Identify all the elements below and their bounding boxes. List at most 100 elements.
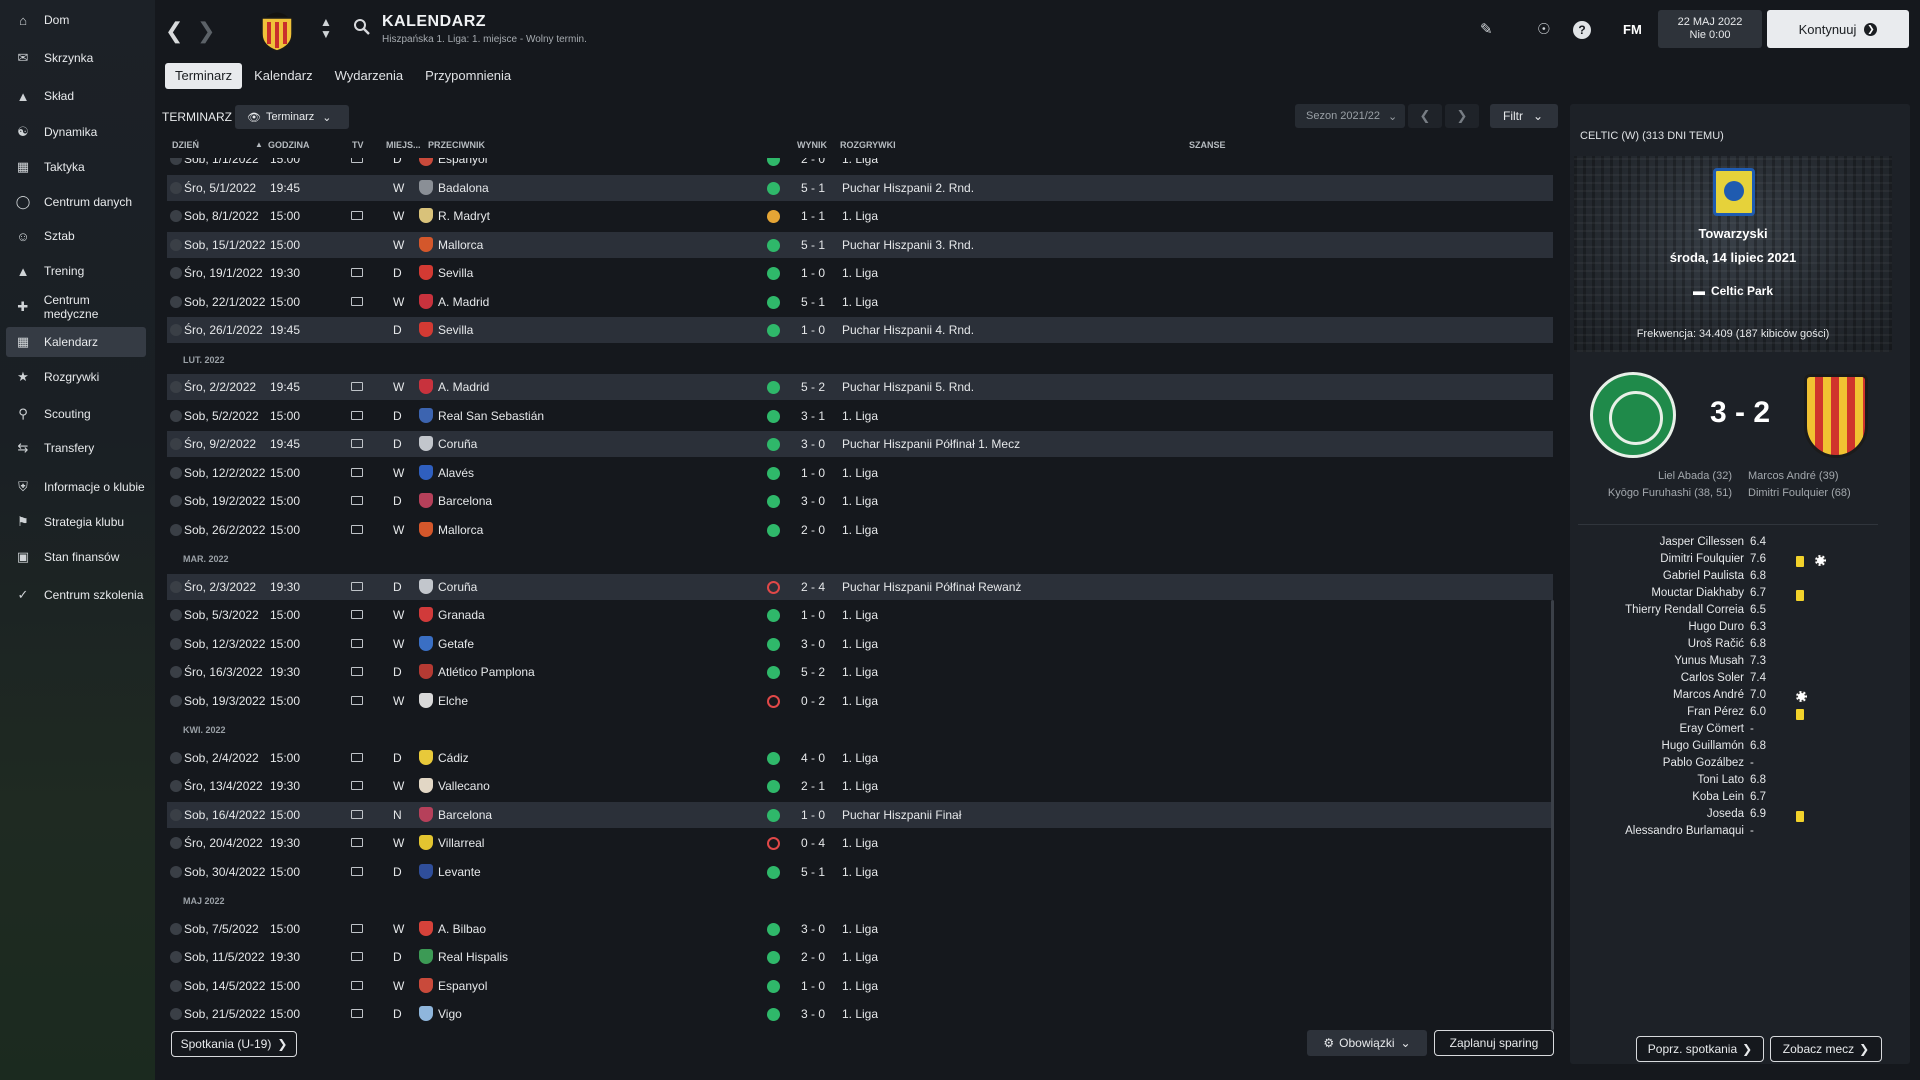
fixture-competition[interactable]: Puchar Hiszpanii Finał [842,808,961,822]
fixture-row[interactable]: Sob, 12/2/2022 15:00 W Alavés 1 - 0 1. Liga [167,460,1553,486]
fixture-row[interactable]: Sob, 5/3/2022 15:00 W Granada 1 - 0 1. Liga [167,602,1553,628]
fixture-score[interactable]: 1 - 0 [801,266,825,280]
fixture-row[interactable]: Sob, 7/5/2022 15:00 W A. Bilbao 3 - 0 1. Liga [167,916,1553,942]
player-rating-row[interactable]: Hugo Duro 6.3 [1570,621,1910,638]
sidebar-item-staff[interactable]: ☺ Sztab [6,221,146,251]
sidebar-item-tactics[interactable]: ▦ Taktyka [6,152,146,182]
fixture-opponent[interactable]: Barcelona [438,494,492,508]
season-select[interactable]: Sezon 2021/22 ⌄ [1295,104,1405,128]
row-select-icon[interactable] [170,780,182,792]
fixture-score[interactable]: 5 - 2 [801,665,825,679]
tab-events[interactable]: Wydarzenia [325,63,414,89]
player-rating-row[interactable]: Dimitri Foulquier 7.6 [1570,553,1910,570]
row-select-icon[interactable] [170,210,182,222]
fixture-score[interactable]: 3 - 0 [801,494,825,508]
social-feed-icon[interactable]: ☉ [1537,20,1550,38]
player-rating-row[interactable]: Gabriel Paulista 6.8 [1570,570,1910,587]
sidebar-item-club-info[interactable]: ⛨ Informacje o klubie [6,472,146,502]
fixture-row[interactable]: Sob, 21/5/2022 15:00 D Vigo 3 - 0 1. Liga [167,1001,1553,1026]
help-icon[interactable]: ? [1573,21,1591,39]
sidebar-item-medical[interactable]: ✚ Centrum medyczne [6,292,146,322]
row-select-icon[interactable] [170,238,182,251]
fixture-score[interactable]: 2 - 1 [801,779,825,793]
fixture-competition[interactable]: Puchar Hiszpanii 4. Rnd. [842,323,974,337]
col-competition[interactable]: ROZGRYWKI [840,140,896,150]
col-time[interactable]: GODZINA [268,140,310,150]
row-select-icon[interactable] [170,837,182,849]
fixture-score[interactable]: 5 - 1 [801,181,825,195]
fixture-row[interactable]: Śro, 20/4/2022 19:30 W Villarreal 0 - 4 1. Li… [167,830,1553,856]
fixture-competition[interactable]: 1. Liga [842,409,878,423]
sidebar-item-transfers[interactable]: ⇆ Transfery [6,433,146,463]
fixture-score[interactable]: 0 - 2 [801,694,825,708]
edit-icon[interactable]: ✎ [1480,20,1493,38]
fixture-opponent[interactable]: Vigo [438,1007,462,1021]
fixture-row[interactable]: Sob, 11/5/2022 19:30 D Real Hispalis 2 - 0 1.… [167,944,1553,970]
fixture-score[interactable]: 3 - 1 [801,409,825,423]
filter-button[interactable]: Filtr ⌄ [1490,104,1558,128]
fixture-opponent[interactable]: Alavés [438,466,474,480]
fm-logo[interactable]: FM [1623,22,1642,37]
fixture-row[interactable]: Sob, 26/2/2022 15:00 W Mallorca 2 - 0 1. Liga [167,517,1553,543]
fixture-score[interactable]: 3 - 0 [801,637,825,651]
fixture-row[interactable]: Sob, 30/4/2022 15:00 D Levante 5 - 1 1. Liga [167,859,1553,885]
player-rating-row[interactable]: Joseda 6.9 [1570,808,1910,825]
col-day[interactable]: DZIEŃ [172,140,199,150]
row-select-icon[interactable] [170,295,182,308]
col-result[interactable]: WYNIK [797,140,827,150]
fixture-opponent[interactable]: Espanyol [438,158,487,166]
col-tv[interactable]: TV [352,140,364,150]
player-rating-row[interactable]: Uroš Račić 6.8 [1570,638,1910,655]
schedule-friendly-button[interactable]: Zaplanuj sparing [1434,1030,1554,1056]
fixture-row[interactable]: Sob, 16/4/2022 15:00 N Barcelona 1 - 0 Puchar… [167,801,1553,828]
fixture-score[interactable]: 1 - 0 [801,323,825,337]
fixture-competition[interactable]: 1. Liga [842,494,878,508]
fixture-score[interactable]: 1 - 1 [801,209,825,223]
fixture-row[interactable]: Sob, 19/3/2022 15:00 W Elche 0 - 2 1. Liga [167,688,1553,714]
row-select-icon[interactable] [170,181,182,194]
fixture-score[interactable]: 3 - 0 [801,1007,825,1021]
fixture-competition[interactable]: 1. Liga [842,865,878,879]
player-rating-row[interactable]: Alessandro Burlamaqui - [1570,825,1910,842]
row-select-icon[interactable] [170,523,182,536]
tab-fixtures[interactable]: Terminarz [165,63,243,89]
fixture-opponent[interactable]: Sevilla [438,323,473,337]
row-select-icon[interactable] [170,694,182,707]
row-select-icon[interactable] [170,922,182,935]
fixture-opponent[interactable]: Cádiz [438,751,469,765]
valencia-crest-icon[interactable] [1804,374,1868,458]
fixture-opponent[interactable]: Barcelona [438,808,492,822]
fixture-row[interactable]: Śro, 13/4/2022 19:30 W Vallecano 2 - 1 1. Lig… [167,773,1553,799]
sidebar-item-inbox[interactable]: ✉ Skrzynka [6,43,146,73]
sidebar-item-shirt[interactable]: ▲ Skład [6,81,146,111]
row-select-icon[interactable] [170,751,182,764]
row-select-icon[interactable] [170,580,182,593]
player-rating-row[interactable]: Hugo Guillamón 6.8 [1570,740,1910,757]
fixture-competition[interactable]: 1. Liga [842,694,878,708]
fixture-score[interactable]: 1 - 0 [801,808,825,822]
row-select-icon[interactable] [170,438,182,450]
previous-matches-button[interactable]: Poprz. spotkania ❯ [1636,1036,1764,1062]
sidebar-item-home[interactable]: ⌂ Dom [6,5,146,35]
row-select-icon[interactable] [170,609,182,621]
player-rating-row[interactable]: Koba Lein 6.7 [1570,791,1910,808]
fixture-opponent[interactable]: Real San Sebastián [438,409,544,423]
player-rating-row[interactable]: Mouctar Diakhaby 6.7 [1570,587,1910,604]
club-crest-icon[interactable] [258,10,296,52]
fixture-row[interactable]: Śro, 9/2/2022 19:45 D Coruña 3 - 0 Puchar His… [167,431,1553,457]
fixture-opponent[interactable]: Badalona [438,181,489,195]
fixture-competition[interactable]: 1. Liga [842,209,878,223]
col-venue[interactable]: MIEJS... [386,140,421,150]
fixture-row[interactable]: Sob, 8/1/2022 15:00 W R. Madryt 1 - 1 1. Liga [167,203,1553,229]
fixture-opponent[interactable]: Villarreal [438,836,484,850]
sidebar-item-strategy[interactable]: ⚑ Strategia klubu [6,507,146,537]
row-select-icon[interactable] [170,666,182,678]
fixture-row[interactable]: Śro, 26/1/2022 19:45 D Sevilla 1 - 0 Puchar H… [167,317,1553,343]
fixture-competition[interactable]: Puchar Hiszpanii 5. Rnd. [842,380,974,394]
fixture-score[interactable]: 5 - 1 [801,295,825,309]
fixture-score[interactable]: 2 - 0 [801,158,825,166]
view-match-button[interactable]: Zobacz mecz ❯ [1770,1036,1882,1062]
fixture-competition[interactable]: 1. Liga [842,266,878,280]
player-rating-row[interactable]: Jasper Cillessen 6.4 [1570,536,1910,553]
row-select-icon[interactable] [170,409,182,422]
